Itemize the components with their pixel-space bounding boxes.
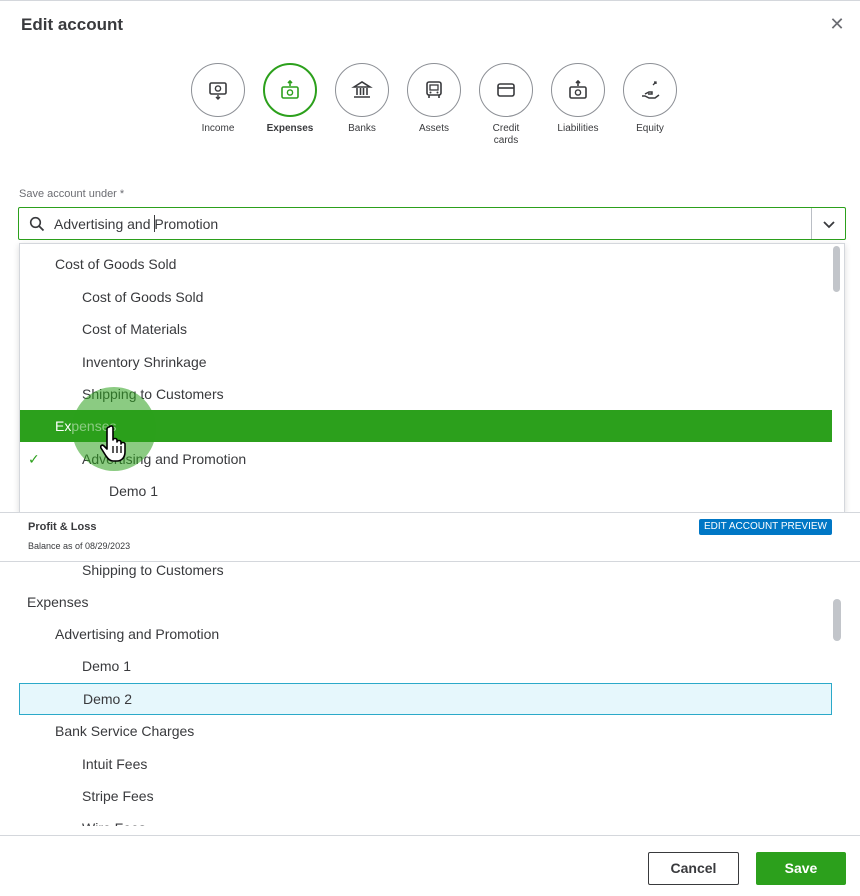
dropdown-option[interactable]: Cost of Goods Sold: [20, 281, 832, 313]
dropdown-toggle-button[interactable]: [811, 208, 845, 239]
account-type-label: Banks: [348, 123, 376, 134]
chevron-down-icon: [822, 220, 835, 228]
account-type-credit-cards[interactable]: Credit cards: [470, 63, 542, 153]
expenses-icon: [263, 63, 317, 117]
top-divider: [0, 0, 860, 1]
save-button[interactable]: Save: [756, 852, 846, 885]
credit-cards-label-line2: cards: [493, 135, 519, 146]
dropdown-option[interactable]: Demo 1: [20, 475, 832, 507]
preview-item-highlighted: Demo 2: [19, 683, 832, 715]
preview-scrollbar[interactable]: [833, 599, 841, 641]
balance-date: Balance as of 08/29/2023: [28, 541, 131, 551]
account-type-equity[interactable]: Equity: [614, 63, 686, 153]
search-icon: [29, 216, 45, 237]
preview-item: Advertising and Promotion: [55, 626, 220, 642]
account-type-label: Equity: [636, 123, 664, 134]
save-under-label: Save account under *: [19, 188, 125, 200]
cancel-button[interactable]: Cancel: [648, 852, 739, 885]
dropdown-option-selected[interactable]: Expenses: [20, 410, 832, 442]
close-icon[interactable]: ✕: [826, 13, 848, 35]
profit-loss-title: Profit & Loss: [28, 521, 97, 533]
preview-item: Demo 1: [82, 658, 132, 674]
credit-cards-label-line1: Credit: [492, 123, 520, 134]
liabilities-icon: [551, 63, 605, 117]
dropdown-option[interactable]: Inventory Shrinkage: [20, 346, 832, 378]
equity-icon: [623, 63, 677, 117]
account-dropdown-list: Cost of Goods Sold Cost of Goods Sold Co…: [19, 243, 845, 513]
dropdown-option-label: Advertising and Promotion: [82, 451, 247, 467]
preview-item: Intuit Fees: [82, 756, 148, 772]
dropdown-option[interactable]: Cost of Goods Sold: [20, 248, 832, 280]
preview-item: Stripe Fees: [82, 788, 154, 804]
account-type-selector: Income Expenses Banks Assets Credit cards…: [182, 63, 686, 153]
preview-item: Expenses: [27, 594, 89, 610]
checkmark-icon: ✓: [28, 451, 40, 467]
dropdown-scrollbar[interactable]: [833, 246, 840, 292]
account-type-liabilities[interactable]: Liabilities: [542, 63, 614, 153]
save-under-combobox[interactable]: Advertising and Promotion: [18, 207, 846, 240]
account-type-label: Credit cards: [474, 123, 538, 147]
account-type-banks[interactable]: Banks: [326, 63, 398, 153]
text-caret: [154, 215, 155, 232]
bank-icon: [335, 63, 389, 117]
edit-account-preview-badge: EDIT ACCOUNT PREVIEW: [699, 519, 832, 535]
credit-card-icon: [479, 63, 533, 117]
account-type-assets[interactable]: Assets: [398, 63, 470, 153]
account-type-label: Expenses: [266, 123, 314, 134]
account-preview-list: Shipping to Customers Expenses Advertisi…: [0, 563, 845, 826]
dialog-footer: Cancel Save: [0, 835, 860, 896]
profit-loss-header: Profit & Loss Balance as of 08/29/2023 E…: [0, 512, 860, 562]
preview-item: Wire Fees: [0, 812, 832, 826]
preview-item: Shipping to Customers: [82, 563, 224, 578]
dialog-title: Edit account: [21, 15, 124, 34]
assets-icon: [407, 63, 461, 117]
account-type-label: Assets: [418, 123, 449, 134]
dropdown-option-checked[interactable]: ✓ Advertising and Promotion: [20, 443, 832, 475]
account-type-label: Liabilities: [557, 123, 599, 134]
account-type-label: Income: [201, 123, 235, 134]
account-type-income[interactable]: Income: [182, 63, 254, 153]
save-under-input[interactable]: Advertising and Promotion: [54, 216, 218, 232]
income-icon: [191, 63, 245, 117]
preview-item: Bank Service Charges: [55, 723, 195, 739]
account-type-expenses[interactable]: Expenses: [254, 63, 326, 153]
dropdown-option[interactable]: Cost of Materials: [20, 313, 832, 345]
dropdown-option[interactable]: Shipping to Customers: [20, 378, 832, 410]
